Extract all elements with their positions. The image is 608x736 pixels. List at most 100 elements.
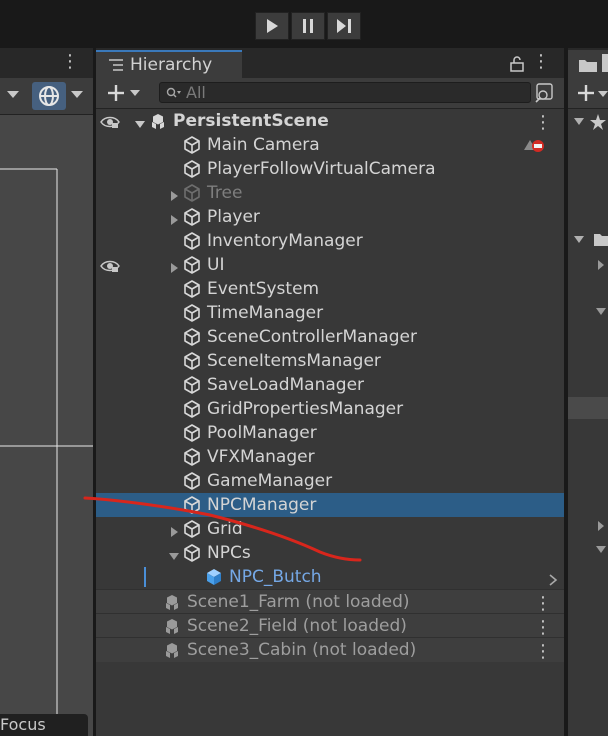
playback-controls <box>255 12 361 40</box>
hierarchy-row[interactable]: SceneItemsManager <box>96 349 564 373</box>
hierarchy-toolbar: All <box>96 78 564 109</box>
row-label: TimeManager <box>207 303 324 323</box>
hierarchy-row[interactable]: Tree <box>96 181 564 205</box>
hierarchy-row[interactable]: PoolManager <box>96 421 564 445</box>
gameobject-cube-icon <box>182 447 202 467</box>
row-label: Scene1_Farm (not loaded) <box>187 592 410 612</box>
gameobject-cube-icon <box>182 423 202 443</box>
more-menu-icon[interactable]: ⋮ <box>534 593 552 614</box>
scene-search-icon[interactable] <box>534 83 554 103</box>
row-label: SceneControllerManager <box>207 327 417 347</box>
hierarchy-row[interactable]: EventSystem <box>96 277 564 301</box>
more-menu-icon[interactable]: ⋮ <box>532 51 550 72</box>
hierarchy-row[interactable]: GridPropertiesManager <box>96 397 564 421</box>
more-menu-icon[interactable]: ⋮ <box>534 617 552 638</box>
unity-scene-icon <box>148 111 168 131</box>
folder-icon <box>579 60 597 72</box>
row-label: Scene3_Cabin (not loaded) <box>187 640 417 660</box>
row-label: Scene2_Field (not loaded) <box>187 616 407 636</box>
gizmo-toggle-button[interactable] <box>32 82 66 110</box>
search-icon <box>166 87 181 97</box>
scene-viewport[interactable] <box>0 115 93 736</box>
hierarchy-row[interactable]: NPCs <box>96 541 564 565</box>
collapse-arrow-icon[interactable] <box>134 115 145 128</box>
orientation-gizmo-icon <box>39 86 59 106</box>
hierarchy-row[interactable]: Player <box>96 205 564 229</box>
hierarchy-row[interactable]: UI <box>96 253 564 277</box>
dropdown-arrow-icon[interactable] <box>598 91 608 99</box>
lock-icon[interactable] <box>510 56 524 72</box>
chevron-right-icon[interactable] <box>548 571 558 590</box>
hierarchy-row[interactable]: SceneControllerManager <box>96 325 564 349</box>
visibility-eye-icon[interactable] <box>100 258 120 277</box>
panel-divider[interactable] <box>564 48 567 736</box>
scene-row[interactable]: Scene2_Field (not loaded) ⋮ <box>96 613 564 638</box>
visibility-eye-icon[interactable] <box>100 114 120 133</box>
gameobject-cube-icon <box>182 303 202 323</box>
row-label: GameManager <box>207 471 333 491</box>
hierarchy-row[interactable]: Grid <box>96 517 564 541</box>
list-icon <box>109 59 123 71</box>
expand-arrow-icon[interactable] <box>168 187 178 201</box>
search-input[interactable]: All <box>159 82 531 103</box>
gameobject-cube-icon <box>182 375 202 395</box>
expand-arrow-icon[interactable] <box>168 523 178 537</box>
row-label: InventoryManager <box>207 231 363 251</box>
prefab-cube-icon <box>204 567 224 587</box>
plus-icon <box>108 85 124 101</box>
step-button[interactable] <box>327 12 361 40</box>
more-menu-icon[interactable]: ⋮ <box>534 112 552 133</box>
row-label: NPCs <box>207 543 251 563</box>
more-menu-icon[interactable]: ⋮ <box>61 51 79 72</box>
dropdown-arrow-icon[interactable] <box>6 90 20 100</box>
scene-toolbar <box>0 78 93 115</box>
row-label: VFXManager <box>207 447 315 467</box>
row-label: Grid <box>207 519 243 539</box>
gameobject-cube-icon <box>182 135 202 155</box>
gameobject-cube-icon <box>182 519 202 539</box>
dropdown-arrow-icon <box>130 90 140 96</box>
project-tab-partial-icon <box>602 54 608 72</box>
scene-row[interactable]: Scene1_Farm (not loaded) ⋮ <box>96 589 564 614</box>
collapse-arrow-icon[interactable] <box>168 547 179 560</box>
create-button[interactable] <box>104 82 144 104</box>
hierarchy-row[interactable]: GameManager <box>96 469 564 493</box>
row-label: NPC_Butch <box>229 567 322 587</box>
hierarchy-row[interactable]: TimeManager <box>96 301 564 325</box>
prefab-override-bar <box>144 567 146 587</box>
hierarchy-row[interactable]: VFXManager <box>96 445 564 469</box>
hierarchy-row[interactable]: Main Camera <box>96 133 564 157</box>
row-label: SceneItemsManager <box>207 351 381 371</box>
scene-row[interactable]: Scene3_Cabin (not loaded) ⋮ <box>96 637 564 662</box>
focus-label: Focus <box>0 715 46 734</box>
warning-icon[interactable] <box>522 136 546 158</box>
row-label: SaveLoadManager <box>207 375 365 395</box>
expand-arrow-icon[interactable] <box>168 259 178 273</box>
scene-row[interactable]: PersistentScene ⋮ <box>96 109 564 133</box>
tab-project[interactable] <box>568 50 608 78</box>
pause-button[interactable] <box>291 12 325 40</box>
hierarchy-tab-bar: Hierarchy ⋮ <box>96 48 564 78</box>
gameobject-cube-icon <box>182 183 202 203</box>
tab-hierarchy[interactable]: Hierarchy <box>96 50 242 78</box>
project-tree-icons <box>568 114 608 553</box>
play-button[interactable] <box>255 12 289 40</box>
step-icon <box>337 19 351 33</box>
expand-arrow-icon[interactable] <box>168 211 178 225</box>
hierarchy-row[interactable]: NPCManager <box>96 493 564 517</box>
hierarchy-row[interactable]: PlayerFollowVirtualCamera <box>96 157 564 181</box>
gameobject-cube-icon <box>182 351 202 371</box>
row-label: UI <box>207 255 225 275</box>
scene-tab-bar: ⋮ <box>0 48 93 78</box>
row-label: PersistentScene <box>173 111 329 131</box>
project-toolbar <box>568 78 608 109</box>
row-label: EventSystem <box>207 279 320 299</box>
gameobject-cube-icon <box>182 471 202 491</box>
more-menu-icon[interactable]: ⋮ <box>534 641 552 662</box>
hierarchy-row[interactable]: InventoryManager <box>96 229 564 253</box>
plus-icon[interactable] <box>576 83 596 103</box>
gizmo-dropdown-icon[interactable] <box>70 90 84 100</box>
hierarchy-row[interactable]: NPC_Butch <box>96 565 564 589</box>
hierarchy-row[interactable]: SaveLoadManager <box>96 373 564 397</box>
focus-overlay[interactable]: Focus <box>0 714 88 736</box>
